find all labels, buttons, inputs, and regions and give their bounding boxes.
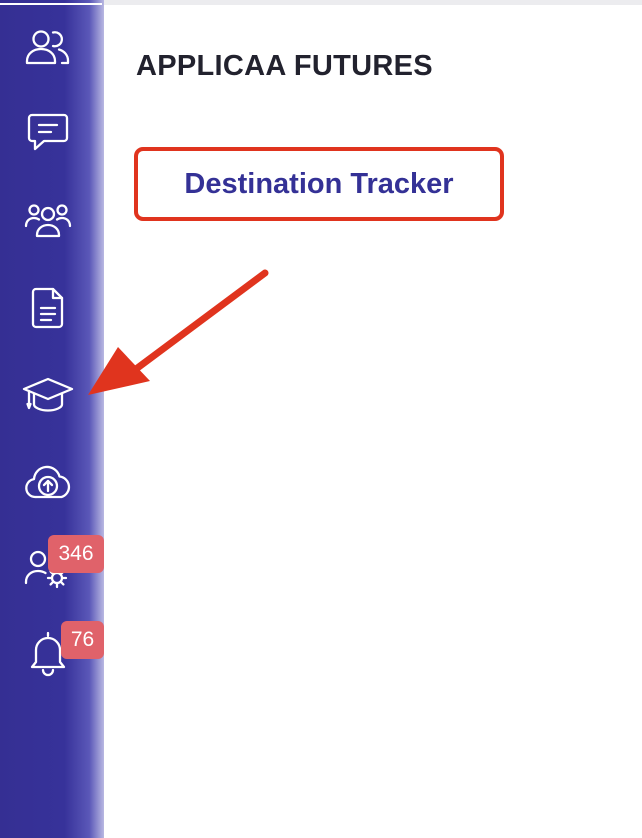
sidebar-item-team[interactable] [18,190,78,250]
sidebar-item-education[interactable] [18,365,78,425]
sidebar-item-upload[interactable] [18,452,78,512]
document-icon [31,287,64,329]
annotation-arrow [88,269,269,395]
sidebar-item-documents[interactable] [18,278,78,338]
users-icon [25,30,70,65]
sidebar: 346 76 [0,0,104,838]
notification-count-badge: 346 [48,535,104,573]
page-title: APPLICAA FUTURES [136,50,433,82]
sidebar-top-line [0,3,102,5]
sidebar-item-users[interactable] [18,18,78,78]
top-strip [104,0,642,5]
highlight-box: Destination Tracker [134,147,504,221]
page: 346 76 APPLICAA FUTURES Destination Trac… [0,0,642,838]
cloud-upload-icon [25,465,71,499]
team-icon [24,204,72,238]
sidebar-item-messages[interactable] [18,103,78,163]
bell-count-badge: 76 [61,621,104,659]
destination-tracker-link[interactable]: Destination Tracker [184,168,453,201]
graduation-cap-icon [22,377,74,412]
message-icon [27,113,69,151]
